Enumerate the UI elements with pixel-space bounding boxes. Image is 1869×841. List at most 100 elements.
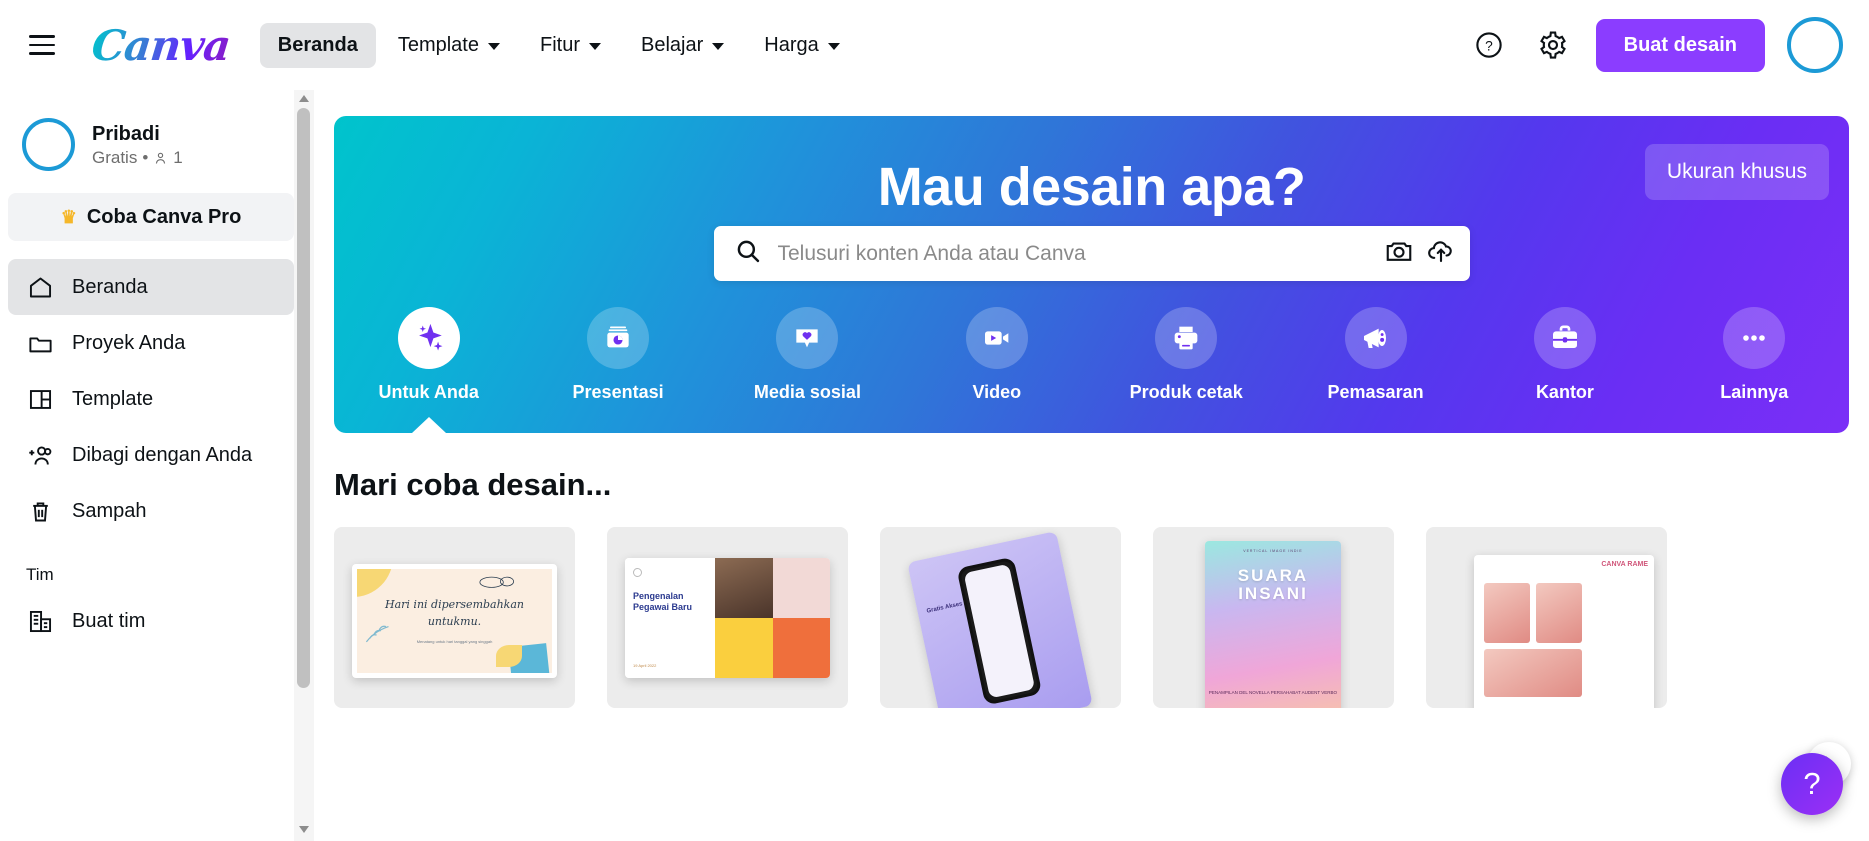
category-label: Pemasaran — [1327, 382, 1424, 402]
sidebar-item-label: Sampah — [72, 499, 147, 522]
category-presentasi[interactable]: Presentasi — [523, 301, 712, 433]
thumbnail-headline: SUARA INSANI — [1237, 566, 1309, 603]
create-design-button[interactable]: Buat desain — [1595, 18, 1765, 72]
help-floating-button[interactable]: ? — [1781, 753, 1843, 815]
nav-item-beranda[interactable]: Beranda — [259, 22, 376, 68]
nav-item-belajar[interactable]: Belajar — [623, 23, 742, 68]
category-pemasaran[interactable]: Pemasaran — [1281, 301, 1470, 433]
sidebar-nav: Beranda Proyek Anda Template Dibagi deng… — [0, 259, 294, 539]
template-cards-row: Hari ini dipersembahkan untukmu. Menatan… — [334, 527, 1869, 708]
category-label: Presentasi — [572, 382, 664, 402]
sidebar-item-dibagi-dengan-anda[interactable]: Dibagi dengan Anda — [8, 427, 294, 483]
home-icon — [26, 273, 54, 301]
sidebar-item-beranda[interactable]: Beranda — [8, 259, 294, 315]
nav-item-label: Fitur — [539, 33, 580, 56]
scroll-down-arrow-icon[interactable] — [299, 826, 309, 833]
search-input[interactable] — [777, 241, 1384, 266]
hero-banner: Mau desain apa? Ukuran khusus Telusuri k… — [334, 116, 1849, 433]
sidebar-item-proyek-anda[interactable]: Proyek Anda — [8, 315, 294, 371]
custom-size-button[interactable]: Ukuran khusus — [1644, 144, 1829, 200]
template-card-pengenalan-pegawai[interactable]: Pengenalan Pegawai Baru 19 April 2022 — [607, 527, 848, 708]
search-icon — [734, 237, 762, 270]
heart-bubble-icon — [776, 307, 839, 369]
people-icon — [156, 152, 166, 164]
sidebar-item-label: Dibagi dengan Anda — [72, 443, 253, 466]
sidebar-item-label: Proyek Anda — [72, 331, 186, 354]
category-label: Video — [972, 382, 1022, 402]
page-title: Mari coba desain... — [334, 467, 612, 502]
thumbnail-image-grid — [715, 558, 830, 678]
hamburger-icon[interactable] — [22, 25, 62, 65]
template-card-gratis-akses[interactable]: Gratis Akses Dua Minggu — [880, 527, 1121, 708]
phone-mockup — [956, 556, 1043, 706]
sidebar-item-template[interactable]: Template — [8, 371, 294, 427]
hero-title: Mau desain apa? — [877, 157, 1306, 217]
folder-icon — [26, 329, 54, 357]
canva-logo[interactable]: Canva — [89, 21, 232, 70]
nav-item-label: Template — [397, 33, 479, 56]
sidebar-scrollbar-thumb[interactable] — [297, 108, 310, 688]
thumbnail-footer: PENAMPILAN DEL NOVELLA PERSAHABAT AUDENT… — [1208, 689, 1338, 695]
template-card-hari-ini[interactable]: Hari ini dipersembahkan untukmu. Menatan… — [334, 527, 575, 708]
template-card-suara-insani[interactable]: VERTICAL IMAGE INDIE SUARA INSANI PENAMP… — [1153, 527, 1394, 708]
main-nav: Beranda Template Fitur Belajar Harga — [259, 22, 858, 68]
category-produk-cetak[interactable]: Produk cetak — [1092, 301, 1281, 433]
sidebar: Pribadi Gratis • 1 ♛ Coba Canva Pro Bera… — [0, 90, 294, 841]
chevron-down-icon — [827, 43, 840, 50]
nav-item-harga[interactable]: Harga — [746, 23, 857, 68]
sidebar-item-label: Beranda — [72, 275, 148, 298]
scroll-up-arrow-icon[interactable] — [299, 95, 309, 102]
chevron-down-icon — [588, 43, 601, 50]
category-video[interactable]: Video — [902, 301, 1091, 433]
category-strip: Untuk Anda Presentasi Media sosial Video… — [334, 301, 1849, 433]
category-label: Kantor — [1535, 382, 1594, 402]
category-media-sosial[interactable]: Media sosial — [713, 301, 902, 433]
building-icon — [26, 607, 54, 635]
nav-item-label: Belajar — [640, 33, 704, 56]
presentation-icon — [587, 307, 650, 369]
crown-icon: ♛ — [60, 206, 77, 227]
chevron-down-icon — [487, 43, 500, 50]
profile-member-count: 1 — [173, 148, 183, 167]
main-content: Mau desain apa? Ukuran khusus Telusuri k… — [314, 90, 1869, 841]
thumbnail-headline: Pengenalan Pegawai Baru — [633, 591, 693, 613]
cloud-upload-icon[interactable] — [1426, 236, 1456, 271]
profile-separator: • — [142, 148, 149, 167]
avatar[interactable] — [1787, 17, 1843, 73]
layout-icon — [26, 385, 54, 413]
search-bar[interactable] — [713, 226, 1470, 281]
header-actions: ? Buat desain — [1468, 17, 1869, 73]
template-thumbnail: Gratis Akses Dua Minggu — [907, 531, 1093, 708]
gear-icon[interactable] — [1532, 24, 1574, 66]
thumbnail-headline: Hari ini dipersembahkan untukmu. — [385, 598, 524, 628]
template-thumbnail: CANVA RAME — [1474, 555, 1654, 708]
megaphone-icon — [1344, 307, 1407, 369]
nav-item-template[interactable]: Template — [380, 23, 518, 68]
try-canva-pro-button[interactable]: ♛ Coba Canva Pro — [8, 193, 294, 241]
thumbnail-kicker: VERTICAL IMAGE INDIE — [1243, 549, 1303, 553]
thumbnail-date: 19 April 2022 — [633, 663, 657, 668]
sidebar-item-sampah[interactable]: Sampah — [8, 483, 294, 539]
active-category-pointer — [411, 417, 446, 433]
sparkle-icon — [397, 307, 460, 369]
question-circle-icon[interactable]: ? — [1468, 24, 1510, 66]
chevron-down-icon — [712, 43, 725, 50]
briefcase-icon — [1533, 307, 1596, 369]
nav-item-fitur[interactable]: Fitur — [522, 23, 619, 68]
camera-icon[interactable] — [1384, 236, 1414, 271]
nav-item-label: Harga — [764, 33, 819, 56]
doodle-icon — [479, 576, 515, 588]
video-camera-icon — [965, 307, 1028, 369]
category-label: Untuk Anda — [378, 382, 479, 402]
sidebar-item-buat-tim[interactable]: Buat tim — [8, 593, 294, 649]
sidebar-item-label: Buat tim — [72, 609, 146, 632]
category-lainnya[interactable]: Lainnya — [1660, 301, 1849, 433]
profile-block[interactable]: Pribadi Gratis • 1 — [0, 90, 294, 193]
template-card-canva-rame[interactable]: CANVA RAME — [1426, 527, 1667, 708]
category-kantor[interactable]: Kantor — [1470, 301, 1659, 433]
svg-text:?: ? — [1485, 39, 1493, 54]
category-untuk-anda[interactable]: Untuk Anda — [334, 301, 523, 433]
template-thumbnail: Hari ini dipersembahkan untukmu. Menatan… — [352, 564, 557, 678]
profile-name: Pribadi — [92, 123, 160, 145]
profile-plan: Gratis — [92, 148, 138, 167]
